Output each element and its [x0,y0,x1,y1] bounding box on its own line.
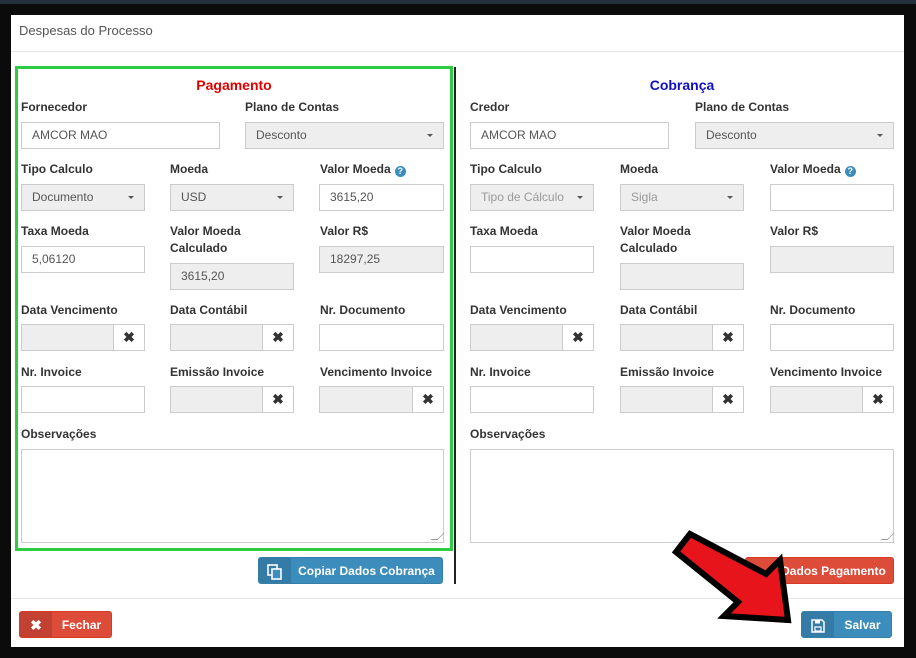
cobranca-column: Cobrança Credor AMCOR MAO Plano de Conta… [460,15,904,598]
question-icon[interactable]: ? [844,166,856,177]
vencimento-invoice-label: Vencimento Invoice [770,365,883,379]
salvar-button[interactable]: Salvar [801,611,892,638]
observacoes-textarea[interactable] [470,449,894,543]
copy-icon [259,558,291,583]
emissao-invoice-picker[interactable]: ✖ [620,386,744,413]
data-vencimento-input[interactable] [470,324,563,351]
nr-invoice-label: Nr. Invoice [470,365,531,379]
nr-documento-label: Nr. Documento [770,303,856,317]
valor-moeda-calculado-field [620,263,744,290]
emissao-invoice-input[interactable] [620,386,713,413]
clear-icon[interactable]: ✖ [863,386,894,413]
taxa-moeda-label: Taxa Moeda [470,224,538,238]
plano-contas-select[interactable]: Desconto [695,122,894,149]
moeda-label: Moeda [620,162,659,176]
data-vencimento-picker[interactable]: ✖ [470,324,594,351]
nr-documento-input[interactable] [770,324,894,351]
close-icon: ✖ [20,612,52,637]
save-icon [802,612,834,637]
column-divider [454,67,456,584]
valor-moeda-label-text: Valor Moeda [770,162,841,176]
red-arrow-annotation [672,530,792,624]
tipo-calculo-select[interactable]: Tipo de Cálculo [470,184,594,211]
fechar-label: Fechar [61,618,102,632]
credor-label: Credor [470,100,510,114]
valor-moeda-calculado-label-1: Valor Moeda [620,224,691,238]
top-bar [0,0,916,4]
vencimento-invoice-picker[interactable]: ✖ [770,386,894,413]
highlight-box [15,66,453,551]
valor-moeda-calculado-label-2: Calculado [620,241,678,255]
data-contabil-label: Data Contábil [620,303,698,317]
data-contabil-input[interactable] [620,324,713,351]
data-contabil-picker[interactable]: ✖ [620,324,744,351]
valor-moeda-input[interactable] [770,184,894,211]
copiar-dados-cobranca-label: Copiar Dados Cobrança [298,564,435,578]
plano-contas-label: Plano de Contas [695,100,790,114]
valor-rs-label: Valor R$ [770,224,819,238]
fechar-button[interactable]: ✖ Fechar [19,611,112,638]
clear-icon[interactable]: ✖ [713,324,744,351]
tipo-calculo-label: Tipo Calculo [470,162,542,176]
clear-icon[interactable]: ✖ [563,324,594,351]
observacoes-label: Observações [470,427,546,441]
taxa-moeda-input[interactable] [470,246,594,273]
moeda-select[interactable]: Sigla [620,184,744,211]
cobranca-title: Cobrança [649,77,715,93]
salvar-label: Salvar [844,618,881,632]
nr-invoice-input[interactable] [470,386,594,413]
copiar-dados-cobranca-button[interactable]: Copiar Dados Cobrança [258,557,443,584]
emissao-invoice-label: Emissão Invoice [620,365,715,379]
vencimento-invoice-input[interactable] [770,386,863,413]
valor-moeda-label: Valor Moeda? [770,161,856,178]
valor-rs-field [770,246,894,273]
credor-input[interactable]: AMCOR MAO [470,122,669,149]
clear-icon[interactable]: ✖ [713,386,744,413]
data-vencimento-label: Data Vencimento [470,303,567,317]
